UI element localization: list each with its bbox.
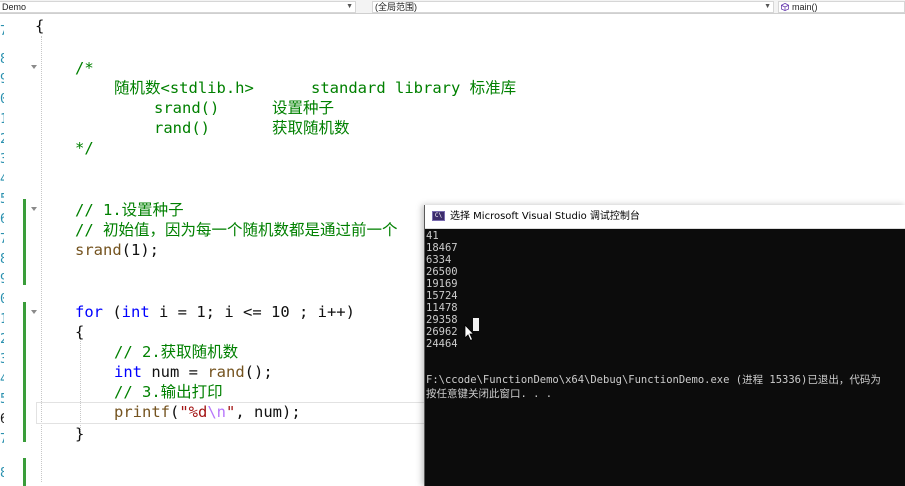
dropdown-arrow-icon: ▼ bbox=[346, 3, 353, 10]
line-number: 2 bbox=[0, 132, 4, 147]
fold-collapse-icon[interactable] bbox=[31, 65, 37, 69]
console-output-line: 11478 bbox=[426, 302, 458, 314]
console-output-line: 18467 bbox=[426, 242, 458, 254]
line-number: 7 bbox=[0, 432, 4, 447]
console-output-line: 24464 bbox=[426, 338, 458, 350]
fold-collapse-icon[interactable] bbox=[31, 310, 37, 314]
console-close-prompt: 按任意键关闭此窗口. . . bbox=[426, 388, 553, 400]
code-line: } bbox=[75, 425, 85, 443]
code-line: */ bbox=[75, 139, 94, 157]
function-label: main() bbox=[792, 2, 818, 12]
console-app-icon: C\ bbox=[432, 211, 445, 221]
code-line: // 3.输出打印 bbox=[114, 383, 223, 401]
code-line: // 2.获取随机数 bbox=[114, 343, 239, 361]
change-indicator bbox=[23, 302, 26, 442]
console-output-line: 26500 bbox=[426, 266, 458, 278]
line-number: 7 bbox=[0, 232, 4, 247]
line-number: 9 bbox=[0, 272, 4, 287]
line-number-current: 6 bbox=[0, 412, 4, 427]
line-number: 2 bbox=[0, 332, 4, 347]
line-number: 5 bbox=[0, 392, 4, 407]
mouse-pointer-icon bbox=[464, 324, 474, 342]
line-number: 3 bbox=[0, 152, 4, 167]
fold-collapse-icon[interactable] bbox=[31, 207, 37, 211]
line-number: 0 bbox=[0, 292, 4, 307]
code-line: rand() bbox=[154, 119, 210, 137]
console-output-area[interactable]: 41 18467 6334 26500 19169 15724 11478 29… bbox=[425, 229, 905, 486]
scope-dropdown[interactable]: (全局范围) ▼ bbox=[372, 1, 774, 13]
navigation-bar: Demo ▼ (全局范围) ▼ main() bbox=[0, 0, 905, 14]
cube-icon bbox=[781, 3, 789, 11]
console-exit-message: F:\ccode\FunctionDemo\x64\Debug\Function… bbox=[426, 374, 881, 386]
code-line: { bbox=[75, 323, 85, 341]
line-number: 4 bbox=[0, 172, 4, 187]
code-line: srand(1); bbox=[75, 241, 159, 259]
code-line: // 1.设置种子 bbox=[75, 201, 184, 219]
line-number: 7 bbox=[0, 24, 4, 39]
code-line: { bbox=[35, 17, 45, 35]
console-output-line: 26962 bbox=[426, 326, 458, 338]
console-output-line: 29358 bbox=[426, 314, 458, 326]
line-number: 4 bbox=[0, 372, 4, 387]
console-output-line: 15724 bbox=[426, 290, 458, 302]
code-line: int num = rand(); bbox=[114, 363, 273, 381]
code-line: standard library 标准库 bbox=[311, 79, 517, 97]
code-line: 设置种子 bbox=[272, 99, 335, 117]
line-number: 3 bbox=[0, 352, 4, 367]
code-line: // 初始值，因为每一个随机数都是通过前一个 bbox=[75, 221, 398, 239]
code-line: 获取随机数 bbox=[272, 119, 350, 137]
line-number: 1 bbox=[0, 112, 4, 127]
debug-console-window[interactable]: C\ 选择 Microsoft Visual Studio 调试控制台 41 1… bbox=[424, 205, 905, 486]
console-title: 选择 Microsoft Visual Studio 调试控制台 bbox=[450, 211, 640, 222]
console-output-line: 41 bbox=[426, 230, 439, 242]
line-number: 6 bbox=[0, 212, 4, 227]
console-output-line: 19169 bbox=[426, 278, 458, 290]
code-line: srand() bbox=[154, 99, 220, 117]
project-dropdown[interactable]: Demo ▼ bbox=[0, 1, 356, 13]
change-indicator bbox=[23, 458, 26, 486]
function-dropdown[interactable]: main() bbox=[778, 1, 905, 13]
change-indicator bbox=[23, 199, 26, 285]
line-number: 1 bbox=[0, 312, 4, 327]
line-number: 8 bbox=[0, 466, 4, 481]
code-line: for (int i = 1; i <= 10 ; i++) bbox=[75, 303, 355, 321]
line-number: 8 bbox=[0, 252, 4, 267]
code-line: printf("%d\n", num); bbox=[114, 403, 301, 421]
code-line: /* bbox=[75, 59, 94, 77]
line-number: 5 bbox=[0, 192, 4, 207]
console-title-bar[interactable]: C\ 选择 Microsoft Visual Studio 调试控制台 bbox=[425, 205, 905, 229]
project-label: Demo bbox=[2, 2, 27, 12]
line-number-gutter: 7 8 9 0 1 2 3 4 5 6 7 8 9 0 1 2 3 4 5 6 … bbox=[0, 14, 22, 486]
line-number: 0 bbox=[0, 92, 4, 107]
console-output-line: 6334 bbox=[426, 254, 452, 266]
dropdown-arrow-icon: ▼ bbox=[764, 3, 771, 10]
line-number: 8 bbox=[0, 52, 4, 67]
code-line: 随机数<stdlib.h> bbox=[114, 79, 254, 97]
line-number: 9 bbox=[0, 72, 4, 87]
scope-label: (全局范围) bbox=[375, 2, 417, 12]
